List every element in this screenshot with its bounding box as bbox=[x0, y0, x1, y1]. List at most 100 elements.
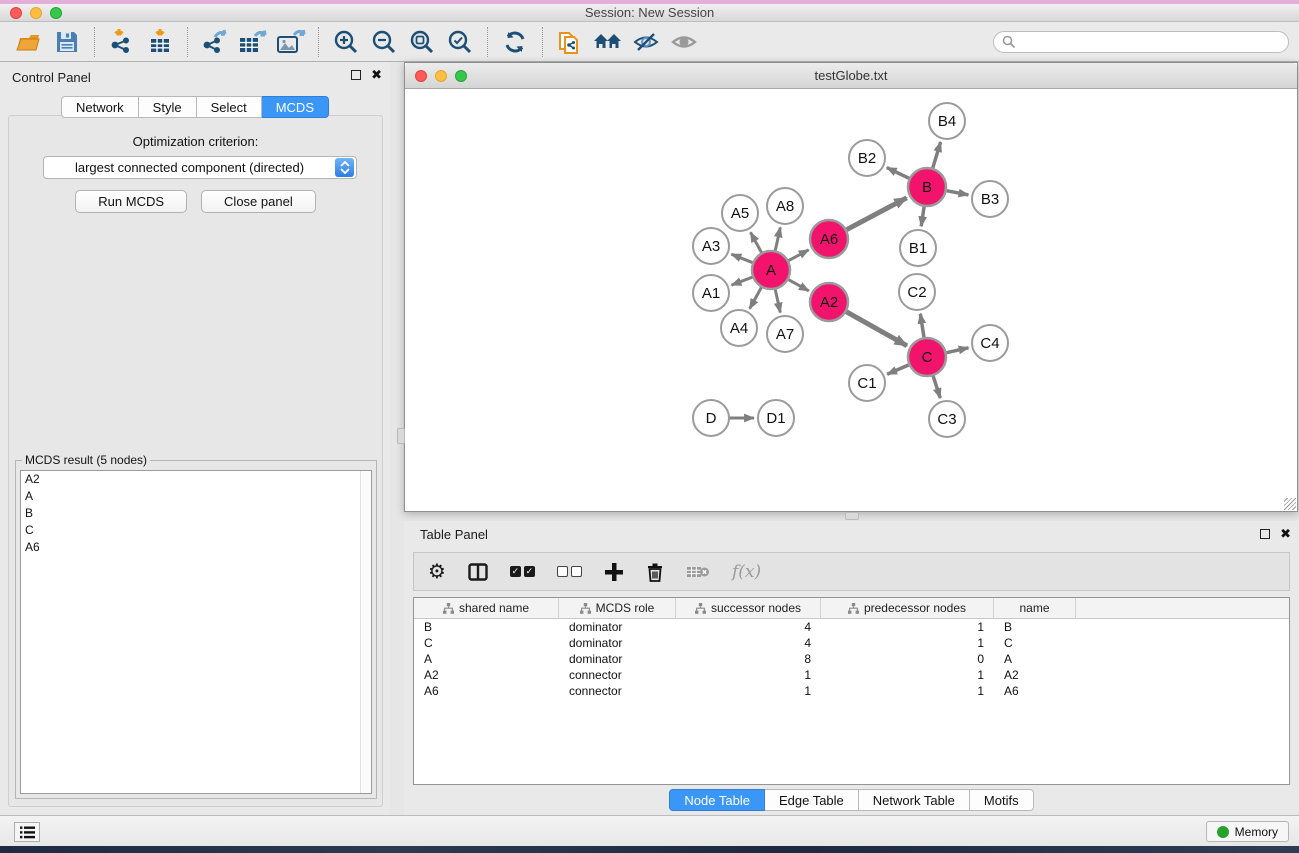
graph-edge-A-A3[interactable] bbox=[731, 254, 755, 264]
delete-table-icon[interactable] bbox=[686, 564, 710, 580]
zoom-fit-icon[interactable] bbox=[403, 25, 441, 59]
table-cell[interactable]: A2 bbox=[994, 668, 1076, 682]
graph-edge-A-A7[interactable] bbox=[775, 287, 781, 313]
zoom-in-icon[interactable] bbox=[327, 25, 365, 59]
graph-edge-C-C1[interactable] bbox=[887, 364, 911, 374]
table-cell[interactable]: A bbox=[414, 652, 559, 666]
table-cell[interactable]: C bbox=[414, 636, 559, 650]
graph-node-C4[interactable]: C4 bbox=[972, 325, 1008, 361]
table-cell[interactable]: A bbox=[994, 652, 1076, 666]
table-cell[interactable]: 1 bbox=[821, 668, 994, 682]
search-input[interactable] bbox=[1016, 35, 1280, 49]
mcds-result-item[interactable]: B bbox=[21, 505, 371, 522]
table-cell[interactable]: B bbox=[994, 620, 1076, 634]
table-row[interactable]: A2connector11A2 bbox=[414, 667, 1289, 683]
clone-network-icon[interactable] bbox=[551, 25, 589, 59]
memory-button[interactable]: Memory bbox=[1206, 821, 1289, 842]
tab-select[interactable]: Select bbox=[197, 96, 262, 118]
graph-node-A7[interactable]: A7 bbox=[767, 316, 803, 352]
show-columns-icon[interactable] bbox=[468, 563, 488, 581]
graph-edge-A2-C[interactable] bbox=[844, 310, 907, 345]
export-table-icon[interactable] bbox=[234, 25, 272, 59]
graph-edge-B-B1[interactable] bbox=[921, 204, 924, 226]
graph-node-A[interactable]: A bbox=[752, 251, 790, 289]
network-canvas[interactable]: B4B2BB3B1A5A8A6A3AA1C2A4A7A2C4CC1C3DD1 bbox=[406, 89, 1296, 510]
open-file-icon[interactable] bbox=[10, 25, 48, 59]
graph-node-A8[interactable]: A8 bbox=[767, 188, 803, 224]
zoom-selected-icon[interactable] bbox=[441, 25, 479, 59]
graph-edge-A-A1[interactable] bbox=[732, 276, 756, 285]
table-cell[interactable]: connector bbox=[559, 684, 676, 698]
table-cell[interactable]: 8 bbox=[676, 652, 821, 666]
graph-node-A1[interactable]: A1 bbox=[693, 275, 729, 311]
table-cell[interactable]: B bbox=[414, 620, 559, 634]
zoom-out-icon[interactable] bbox=[365, 25, 403, 59]
select-all-columns-icon[interactable]: ✓✓ bbox=[510, 566, 535, 577]
graph-edge-C-C3[interactable] bbox=[932, 373, 940, 398]
tab-network[interactable]: Network bbox=[61, 96, 139, 118]
mcds-result-item[interactable]: A6 bbox=[21, 539, 371, 556]
table-cell[interactable]: 1 bbox=[821, 684, 994, 698]
table-cell[interactable]: 4 bbox=[676, 620, 821, 634]
graph-node-C[interactable]: C bbox=[908, 338, 946, 376]
tab-mcds[interactable]: MCDS bbox=[262, 96, 329, 118]
graph-node-B[interactable]: B bbox=[908, 168, 946, 206]
node-table[interactable]: shared nameMCDS rolesuccessor nodesprede… bbox=[413, 597, 1290, 785]
import-table-icon[interactable] bbox=[141, 25, 179, 59]
window-resize-grip[interactable] bbox=[1284, 498, 1296, 510]
optimization-criterion-select[interactable]: largest connected component (directed) bbox=[43, 156, 357, 179]
column-header-shared-name[interactable]: shared name bbox=[414, 598, 559, 618]
tab-network-table[interactable]: Network Table bbox=[859, 789, 970, 811]
graph-edge-A-A4[interactable] bbox=[750, 285, 763, 309]
float-panel-icon[interactable] bbox=[351, 70, 361, 80]
graph-node-A5[interactable]: A5 bbox=[722, 195, 758, 231]
function-builder-icon[interactable]: f(x) bbox=[732, 562, 761, 582]
table-cell[interactable]: dominator bbox=[559, 636, 676, 650]
task-history-button[interactable] bbox=[14, 822, 40, 842]
show-panel-eye-icon[interactable] bbox=[665, 25, 703, 59]
graph-edge-A-A6[interactable] bbox=[786, 250, 809, 262]
deselect-all-columns-icon[interactable] bbox=[557, 566, 582, 577]
table-cell[interactable]: C bbox=[994, 636, 1076, 650]
graph-edge-A-A2[interactable] bbox=[786, 278, 809, 291]
graph-node-B1[interactable]: B1 bbox=[900, 230, 936, 266]
table-row[interactable]: A6connector11A6 bbox=[414, 683, 1289, 699]
graph-node-A2[interactable]: A2 bbox=[810, 283, 848, 321]
tab-style[interactable]: Style bbox=[139, 96, 197, 118]
graph-edge-B-B2[interactable] bbox=[887, 168, 912, 180]
close-panel-icon[interactable]: ✖ bbox=[1280, 529, 1291, 539]
graph-node-A3[interactable]: A3 bbox=[693, 228, 729, 264]
mcds-result-item[interactable]: A bbox=[21, 488, 371, 505]
column-header-MCDS-role[interactable]: MCDS role bbox=[559, 598, 676, 618]
table-cell[interactable]: dominator bbox=[559, 652, 676, 666]
graph-node-A6[interactable]: A6 bbox=[810, 220, 848, 258]
scrollbar-track[interactable] bbox=[360, 471, 371, 793]
table-cell[interactable]: dominator bbox=[559, 620, 676, 634]
save-session-icon[interactable] bbox=[48, 25, 86, 59]
table-row[interactable]: Bdominator41B bbox=[414, 619, 1289, 635]
graph-edge-B-B4[interactable] bbox=[932, 142, 941, 171]
table-row[interactable]: Adominator80A bbox=[414, 651, 1289, 667]
network-window-titlebar[interactable]: testGlobe.txt bbox=[405, 63, 1297, 89]
create-column-plus-icon[interactable] bbox=[604, 562, 624, 582]
graph-node-C3[interactable]: C3 bbox=[929, 401, 965, 437]
table-cell[interactable]: 1 bbox=[676, 668, 821, 682]
table-cell[interactable]: 1 bbox=[676, 684, 821, 698]
tab-edge-table[interactable]: Edge Table bbox=[765, 789, 859, 811]
graph-node-B4[interactable]: B4 bbox=[929, 103, 965, 139]
horizontal-splitter-handle[interactable] bbox=[845, 512, 859, 520]
table-cell[interactable]: 4 bbox=[676, 636, 821, 650]
table-cell[interactable]: A6 bbox=[414, 684, 559, 698]
graph-edge-A-A5[interactable] bbox=[751, 232, 763, 255]
close-panel-button[interactable]: Close panel bbox=[201, 190, 316, 213]
table-cell[interactable]: 0 bbox=[821, 652, 994, 666]
graph-node-D[interactable]: D bbox=[693, 400, 729, 436]
graph-node-B3[interactable]: B3 bbox=[972, 181, 1008, 217]
tab-node-table[interactable]: Node Table bbox=[669, 789, 765, 811]
app-titlebar[interactable]: Session: New Session bbox=[0, 4, 1299, 22]
table-cell[interactable]: A2 bbox=[414, 668, 559, 682]
mcds-result-item[interactable]: A2 bbox=[21, 471, 371, 488]
tab-motifs[interactable]: Motifs bbox=[970, 789, 1034, 811]
column-header-predecessor-nodes[interactable]: predecessor nodes bbox=[821, 598, 994, 618]
column-header-name[interactable]: name bbox=[994, 598, 1076, 618]
